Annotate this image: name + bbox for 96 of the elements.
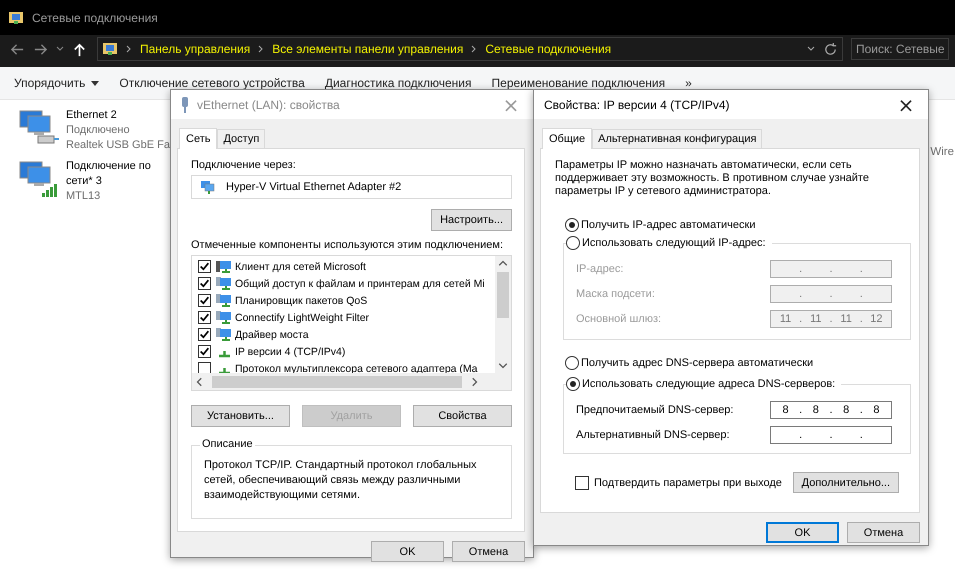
window-title: Сетевые подключения (32, 10, 158, 24)
checkbox[interactable] (575, 476, 589, 490)
checkbox[interactable] (198, 294, 211, 308)
field-label: Основной шлюз: (576, 313, 662, 325)
checkbox[interactable] (198, 311, 211, 324)
list-item[interactable]: Клиент для сетей Microsoft (235, 260, 366, 273)
radio-label[interactable]: Использовать следующий IP-адрес: (582, 237, 766, 249)
radio-label[interactable]: Получить адрес DNS-сервера автоматически (581, 357, 814, 369)
network-service-icon (216, 276, 232, 292)
connection-detail: Realtek USB GbE Fa (66, 138, 170, 153)
list-item[interactable]: IP версии 4 (TCP/IPv4) (235, 346, 346, 358)
breadcrumb-link[interactable]: Все элементы панели управления (272, 42, 464, 56)
ip-address-field[interactable]: . . . (770, 260, 892, 278)
checkbox[interactable] (198, 260, 211, 274)
field-label: Маска подсети: (576, 288, 655, 300)
list-item[interactable]: Connectify LightWeight Filter (235, 312, 370, 324)
chevron-down-icon[interactable] (807, 45, 815, 53)
chevron-right-icon (126, 45, 132, 53)
dialog-title: vEthernet (LAN): свойства (197, 98, 340, 112)
chevron-right-icon (471, 45, 478, 53)
breadcrumb-link[interactable]: Панель управления (140, 42, 250, 56)
connection-name[interactable]: Подключение по (66, 159, 151, 174)
connection-name[interactable]: сети* 3 (66, 174, 151, 189)
field-label: IP-адрес: (576, 263, 624, 275)
dialog-button[interactable]: OK (371, 541, 444, 562)
field-label: Отмеченные компоненты используются этим подключением: (191, 239, 504, 252)
forward-arrow-icon[interactable] (33, 42, 48, 56)
radio-button[interactable] (566, 377, 580, 391)
search-field[interactable]: Поиск: Сетевые (851, 38, 949, 60)
network-service-icon (216, 326, 232, 343)
network-plug-icon (181, 96, 189, 112)
ip-address-field[interactable]: . . . (770, 426, 892, 444)
dialog-title: Свойства: IP версии 4 (TCP/IPv4) (544, 98, 730, 112)
checkbox[interactable] (198, 328, 211, 342)
close-button[interactable]: × (884, 90, 928, 119)
advanced-button[interactable]: Дополнительно... (792, 472, 899, 493)
list-item[interactable]: Планировщик пакетов QoS (235, 294, 368, 307)
control-panel-icon (102, 41, 118, 57)
field-label: Предпочитаемый DNS-сервер: (576, 404, 734, 416)
connection-detail: Подключено (66, 123, 131, 138)
back-arrow-icon[interactable] (10, 42, 25, 56)
tab[interactable]: Сеть (179, 128, 218, 149)
ip-address-field[interactable]: . . . (770, 285, 892, 303)
chevron-down-icon[interactable] (56, 45, 64, 53)
intro-text: Параметры IP можно назначать автоматически, если сеть поддерживает эту возможность. В противном случае узнайте параметры IP у сетевого администратора. (555, 159, 870, 198)
network-adapter-icon (200, 179, 216, 196)
network-protocol-icon (218, 368, 230, 375)
tab[interactable]: Доступ (217, 129, 266, 148)
toolbar-button[interactable]: Диагностика подключения (318, 74, 478, 92)
ip-address-field[interactable]: 11 . 11 . 11 . 12 (770, 310, 892, 328)
address-bar[interactable]: Панель управления Все элементы панели управления Сетевые подключения (97, 37, 843, 61)
dialog-button[interactable]: Отмена (847, 522, 920, 543)
field-label: Подключение через: (191, 159, 297, 171)
toolbar-button[interactable]: Отключение сетевого устройства (113, 74, 311, 92)
ip-address-field[interactable]: 8 . 8 . 8 . 8 (770, 401, 892, 419)
radio-label[interactable]: Использовать следующие адреса DNS-серверов: (582, 378, 836, 390)
configure-button[interactable]: Настроить... (431, 209, 512, 232)
field-label: Альтернативный DNS-сервер: (576, 429, 730, 441)
action-button[interactable]: Свойства (413, 405, 512, 428)
network-service-icon (216, 292, 232, 309)
toolbar-button[interactable]: » (679, 74, 698, 92)
breadcrumb-link[interactable]: Сетевые подключения (485, 42, 612, 56)
group-title: Описание (200, 438, 255, 450)
network-protocol-icon (218, 351, 230, 358)
network-client-icon (216, 258, 232, 275)
description-text: Протокол TCP/IP. Стандартный протокол глобальных сетей, обеспечивающий связь между различными взаимодействующими сетями. (204, 458, 478, 504)
toolbar-button[interactable]: Упорядочить (8, 74, 106, 92)
vertical-scrollbar[interactable] (495, 256, 511, 374)
toolbar-button[interactable]: Переименование подключения (486, 74, 672, 92)
connection-name[interactable]: Wire (930, 146, 955, 577)
tab[interactable]: Общие (542, 128, 592, 149)
radio-button[interactable] (565, 218, 579, 232)
list-item[interactable]: Общий доступ к файлам и принтерам для сетей Mi (235, 278, 485, 290)
radio-label[interactable]: Получить IP-адрес автоматически (581, 219, 756, 231)
adapter-field: Hyper-V Virtual Ethernet Adapter #2 (191, 175, 512, 200)
tab[interactable]: Альтернативная конфигурация (592, 129, 762, 148)
dialog-button[interactable]: OK (766, 522, 839, 543)
horizontal-scrollbar[interactable] (192, 373, 511, 390)
connection-detail: MTL13 (66, 189, 102, 204)
up-arrow-icon[interactable] (72, 42, 87, 56)
chevron-right-icon (258, 45, 264, 53)
radio-button[interactable] (566, 236, 580, 250)
refresh-icon[interactable] (823, 42, 838, 56)
checkbox-label[interactable]: Подтвердить параметры при выходе (594, 476, 782, 488)
action-button[interactable]: Установить... (191, 405, 290, 428)
checkbox[interactable] (198, 277, 211, 290)
list-item[interactable]: Протокол мультиплексора сетевого адаптера (Ma (235, 362, 478, 375)
dialog-button[interactable]: Отмена (452, 541, 525, 562)
caret-icon (91, 80, 100, 86)
connection-name[interactable]: Ethernet 2 (66, 108, 170, 123)
network-service-icon (216, 310, 232, 326)
list-item[interactable]: Драйвер моста (235, 328, 309, 341)
components-list[interactable] (191, 255, 512, 392)
network-folder-icon (8, 10, 24, 26)
radio-button[interactable] (565, 356, 579, 370)
checkbox[interactable] (198, 345, 211, 358)
